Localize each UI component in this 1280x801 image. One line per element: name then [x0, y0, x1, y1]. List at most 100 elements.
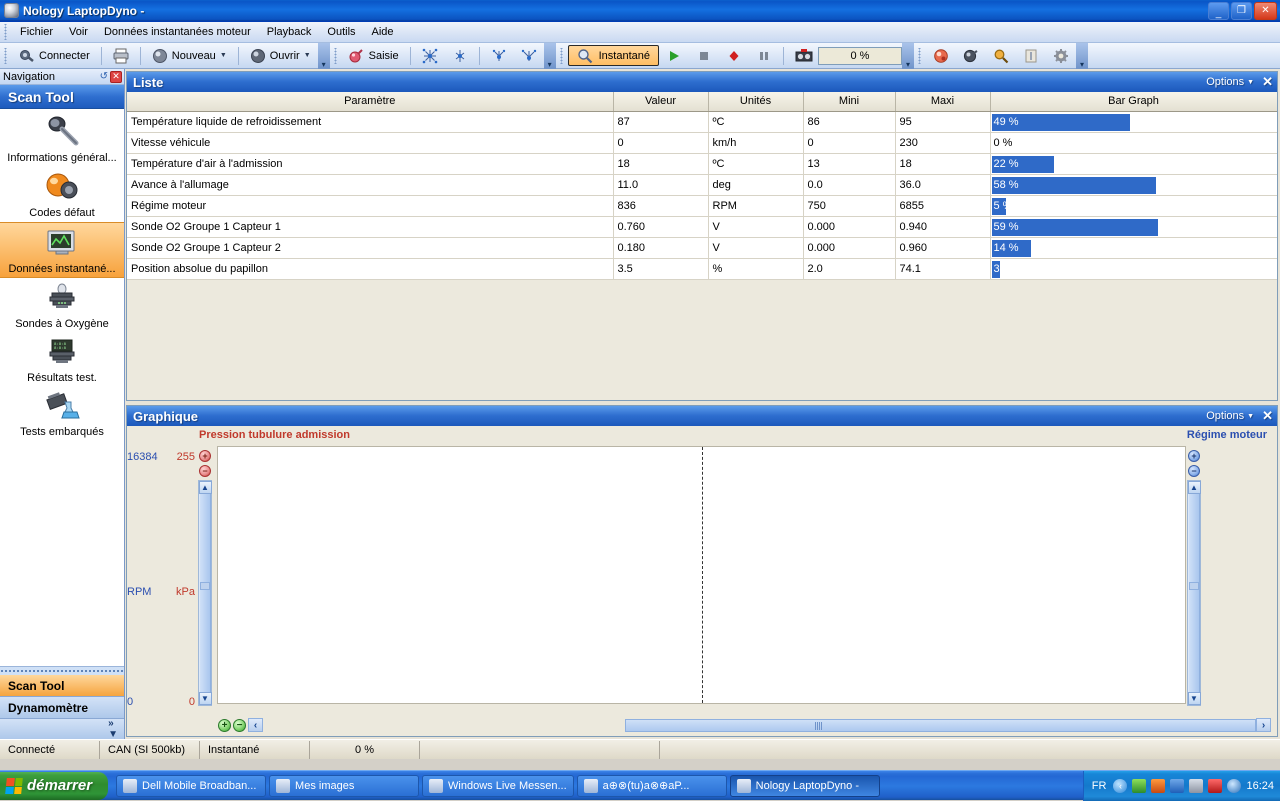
liste-options-button[interactable]: Options ▼ [1206, 76, 1254, 88]
scroll-up-arrow-icon[interactable]: ▲ [1188, 481, 1201, 494]
toolbar-grip-1[interactable] [2, 48, 10, 64]
sidebar-item-informations-generales[interactable]: Informations général... [0, 109, 124, 167]
pause-button[interactable] [749, 45, 779, 67]
close-icon[interactable]: ✕ [110, 71, 122, 83]
graph-left-zoom-in-button[interactable]: + [199, 450, 211, 462]
firewall-icon[interactable] [1208, 779, 1222, 793]
chevron-down-icon[interactable]: ▼ [304, 52, 311, 59]
sidebar-item-resultats-test[interactable]: 8:8:88:8:8 Résultats test. [0, 332, 124, 386]
connect-button[interactable]: Connecter [12, 45, 97, 67]
palette-button[interactable] [926, 45, 956, 67]
toolbar-grip-4[interactable] [916, 48, 924, 64]
minimize-button[interactable]: _ [1208, 2, 1229, 20]
sidebar-more-button[interactable]: »▼ [0, 719, 124, 739]
menu-grip[interactable] [2, 24, 10, 40]
language-indicator[interactable]: FR [1092, 780, 1107, 792]
close-button[interactable]: ✕ [1254, 2, 1277, 20]
col-bar-graph[interactable]: Bar Graph [990, 92, 1277, 111]
graph-right-scroll-thumb[interactable] [1189, 582, 1199, 590]
sidebar-bar-dynamometre[interactable]: Dynamomètre [0, 697, 124, 719]
menu-outils[interactable]: Outils [319, 23, 363, 41]
taskbar-item[interactable]: Windows Live Messen... [422, 775, 574, 797]
graph-y-button[interactable] [484, 45, 514, 67]
scroll-up-arrow-icon[interactable]: ▲ [199, 481, 212, 494]
graphique-close-button[interactable]: ✕ [1262, 408, 1273, 424]
graph-scroll-left-button[interactable]: ‹ [248, 718, 263, 732]
sidebar-item-tests-embarques[interactable]: Tests embarqués [0, 386, 124, 440]
settings-button[interactable] [1046, 45, 1076, 67]
col-unites[interactable]: Unités [708, 92, 803, 111]
sidebar-item-donnees-instantanees[interactable]: Données instantané... [0, 222, 124, 278]
table-row[interactable]: Avance à l'allumage11.0deg0.036.058 % [127, 174, 1277, 195]
back-arrow-icon[interactable]: ‹ [1113, 779, 1127, 793]
graph-zoom-out-button[interactable]: − [233, 719, 246, 732]
graph-hscroll-track[interactable] [625, 719, 1256, 732]
play-button[interactable] [659, 45, 689, 67]
table-row[interactable]: Sonde O2 Groupe 1 Capteur 20.180V0.0000.… [127, 237, 1277, 258]
menu-donnees-instantanees-moteur[interactable]: Données instantanées moteur [96, 23, 259, 41]
clock[interactable]: 16:24 [1246, 780, 1274, 792]
col-maxi[interactable]: Maxi [895, 92, 990, 111]
graph-left-zoom-out-button[interactable]: − [199, 465, 211, 477]
signal-icon[interactable] [1151, 779, 1165, 793]
fill-button[interactable] [956, 45, 986, 67]
toolbar-grip-3[interactable] [558, 48, 566, 64]
liste-close-button[interactable]: ✕ [1262, 74, 1273, 90]
graph-left-vscrollbar[interactable]: ▲ ▼ [198, 480, 212, 706]
table-row[interactable]: Position absolue du papillon3.5%2.074.13… [127, 258, 1277, 279]
taskbar-item[interactable]: Dell Mobile Broadban... [116, 775, 266, 797]
graph-right-zoom-in-button[interactable]: + [1188, 450, 1200, 462]
graph-xy-button[interactable] [514, 45, 544, 67]
graph-right-scroll-track[interactable] [1188, 494, 1200, 692]
maximize-button[interactable]: ❐ [1231, 2, 1252, 20]
table-row[interactable]: Régime moteur836RPM75068555 % [127, 195, 1277, 216]
col-parametre[interactable]: Paramètre [127, 92, 613, 111]
sidebar-splitter[interactable] [0, 667, 124, 675]
graphique-options-button[interactable]: Options ▼ [1206, 410, 1254, 422]
table-row[interactable]: Température liquide de refroidissement87… [127, 111, 1277, 132]
graph-right-zoom-out-button[interactable]: − [1188, 465, 1200, 477]
network-icon[interactable] [1189, 779, 1203, 793]
toolbar-overflow-1[interactable]: ▾ [318, 43, 330, 69]
capture-button[interactable]: Saisie [342, 45, 406, 67]
sidebar-item-sondes-oxygene[interactable]: Sondes à Oxygène [0, 278, 124, 332]
scroll-down-arrow-icon[interactable]: ▼ [199, 692, 212, 705]
start-button[interactable]: démarrer [0, 772, 108, 800]
graph-hscroll-thumb[interactable] [815, 722, 823, 730]
graph-left-scroll-thumb[interactable] [200, 582, 210, 590]
table-row[interactable]: Vitesse véhicule0km/h02300 % [127, 132, 1277, 153]
table-row[interactable]: Température d'air à l'admission18ºC13182… [127, 153, 1277, 174]
graph-right-vscrollbar[interactable]: ▲ ▼ [1187, 480, 1201, 706]
graph-scroll-right-button[interactable]: › [1256, 718, 1271, 732]
col-valeur[interactable]: Valeur [613, 92, 708, 111]
antivirus-icon[interactable] [1227, 779, 1241, 793]
menu-voir[interactable]: Voir [61, 23, 96, 41]
taskbar-item[interactable]: Mes images [269, 775, 419, 797]
toolbar-overflow-4[interactable]: ▾ [1076, 43, 1088, 69]
chevron-down-icon[interactable]: ▼ [220, 52, 227, 59]
scroll-down-arrow-icon[interactable]: ▼ [1188, 692, 1201, 705]
menu-aide[interactable]: Aide [364, 23, 402, 41]
toolbar-overflow-2[interactable]: ▾ [544, 43, 556, 69]
zoom-button[interactable] [986, 45, 1016, 67]
graph-zoom-in-button[interactable]: + [218, 719, 231, 732]
graph-plot-area[interactable] [217, 446, 1186, 704]
graph-left-scroll-track[interactable] [199, 494, 211, 692]
recorder-button[interactable] [788, 45, 818, 67]
graph-hscrollbar[interactable]: › [625, 718, 1271, 732]
toolbar-overflow-3[interactable]: ▾ [902, 43, 914, 69]
graph-single-button[interactable] [445, 45, 475, 67]
menu-playback[interactable]: Playback [259, 23, 320, 41]
refresh-icon[interactable]: ↺ [100, 71, 108, 82]
snapshot-mode-button[interactable]: Instantané [568, 45, 659, 66]
column-button[interactable] [1016, 45, 1046, 67]
sidebar-bar-scan-tool[interactable]: Scan Tool [0, 675, 124, 697]
table-row[interactable]: Sonde O2 Groupe 1 Capteur 10.760V0.0000.… [127, 216, 1277, 237]
print-button[interactable] [106, 45, 136, 67]
new-button[interactable]: Nouveau ▼ [145, 45, 234, 67]
sidebar-item-codes-defaut[interactable]: Codes défaut [0, 167, 124, 222]
record-button[interactable] [719, 45, 749, 67]
taskbar-item[interactable]: a⊕⊗(tu)a⊗⊕aP... [577, 775, 727, 797]
taskbar-item[interactable]: Nology LaptopDyno - [730, 775, 880, 797]
shield-icon[interactable] [1132, 779, 1146, 793]
